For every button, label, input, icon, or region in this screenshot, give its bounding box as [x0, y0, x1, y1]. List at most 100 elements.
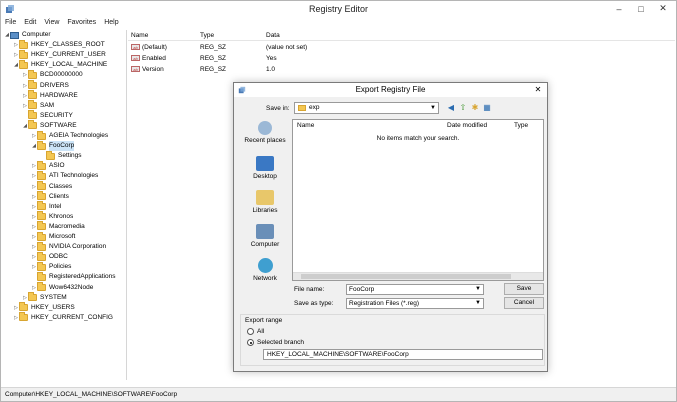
tree-item-label: Intel	[49, 202, 62, 210]
menu-view[interactable]: View	[44, 17, 59, 29]
tree-item[interactable]: ▷ Classes	[31, 181, 72, 192]
place-libraries[interactable]: Libraries	[240, 190, 290, 214]
tree-item-label: Policies	[49, 263, 72, 271]
close-icon[interactable]: ✕	[652, 2, 674, 15]
tree-item[interactable]: ▷ NVIDIA Corporation	[31, 241, 106, 252]
tree-item[interactable]: ▷ HKEY_CURRENT_CONFIG	[13, 312, 113, 323]
computer-icon	[256, 224, 274, 239]
tree-item[interactable]: ▷ AGEIA Technologies	[31, 130, 109, 141]
column-type[interactable]: Type	[200, 32, 214, 39]
tree-item[interactable]: RegisteredApplications	[31, 271, 116, 282]
up-folder-icon[interactable]: ⇧	[458, 103, 468, 113]
save-in-dropdown[interactable]: exp ▼	[294, 102, 439, 114]
place-computer[interactable]: Computer	[240, 224, 290, 248]
tree-item[interactable]: ▷ ATI Technologies	[31, 170, 98, 181]
place-desktop[interactable]: Desktop	[240, 156, 290, 180]
folder-icon	[37, 191, 46, 201]
menu-file[interactable]: File	[5, 17, 16, 29]
view-menu-icon[interactable]: ▦	[482, 103, 492, 113]
tree-item[interactable]: ▷ ODBC	[31, 251, 68, 262]
tree-item[interactable]: ◢ FooCorp	[31, 140, 75, 152]
menu-help[interactable]: Help	[104, 17, 118, 29]
menu-favorites[interactable]: Favorites	[67, 17, 96, 29]
tree-item[interactable]: ▷ HARDWARE	[22, 90, 78, 101]
save-as-type-select[interactable]: Registration Files (*.reg) ▼	[346, 298, 484, 309]
column-date-modified[interactable]: Date modified	[447, 122, 487, 129]
list-item[interactable]: ab (Default) REG_SZ (value not set)	[128, 43, 378, 53]
maximize-icon[interactable]: □	[630, 2, 652, 15]
tree-item[interactable]: Settings	[40, 150, 82, 161]
horizontal-scrollbar[interactable]	[293, 272, 543, 280]
folder-icon	[28, 120, 37, 130]
folder-icon	[28, 80, 37, 89]
close-icon[interactable]: ✕	[531, 84, 545, 95]
chevron-down-icon: ▼	[475, 286, 481, 292]
radio-button[interactable]	[247, 339, 254, 346]
tree-item[interactable]: ▷ HKEY_USERS	[13, 302, 75, 313]
tree-item[interactable]: ▷ BCD00000000	[22, 69, 83, 80]
tree-item[interactable]: ◢ Computer	[4, 30, 51, 40]
column-data[interactable]: Data	[266, 32, 280, 39]
folder-icon	[19, 39, 28, 49]
value-type: REG_SZ	[200, 66, 227, 73]
minimize-icon[interactable]: –	[608, 2, 630, 15]
title-bar: Registry Editor – □ ✕	[1, 1, 676, 17]
radio-button[interactable]	[247, 328, 254, 335]
tree-item-label: SAM	[40, 101, 55, 109]
string-value-icon: ab	[131, 55, 140, 62]
list-item[interactable]: ab Enabled REG_SZ Yes	[128, 54, 378, 64]
tree-item-label: SYSTEM	[40, 293, 67, 301]
place-network[interactable]: Network	[240, 258, 290, 282]
tree-item[interactable]: ▷ Clients	[31, 191, 69, 202]
tree-item[interactable]: ▷ HKEY_CURRENT_USER	[13, 49, 106, 60]
tree-item[interactable]: ▷ SAM	[22, 100, 55, 111]
recent-places-icon	[258, 121, 272, 135]
value-name: (Default)	[142, 44, 167, 51]
tree-item[interactable]: ◢ SOFTWARE	[22, 120, 77, 131]
string-value-icon: ab	[131, 44, 140, 51]
column-type[interactable]: Type	[514, 122, 528, 129]
folder-icon	[37, 130, 46, 140]
radio-all[interactable]: All	[247, 328, 264, 335]
export-range-group: Export range All Selected branch HKEY_LO…	[240, 314, 545, 366]
desktop-icon	[256, 156, 274, 171]
tree-item[interactable]: ▷ Macromedia	[31, 221, 85, 232]
tree-item-label: RegisteredApplications	[49, 273, 116, 281]
file-list[interactable]: Name Date modified Type No items match y…	[292, 119, 544, 281]
folder-icon	[37, 160, 46, 170]
tree-item-label: AGEIA Technologies	[49, 132, 109, 139]
folder-icon	[37, 170, 46, 180]
tree-item-label: HKEY_LOCAL_MACHINE	[31, 61, 108, 69]
tree-item[interactable]: ▷ Intel	[31, 201, 62, 212]
tree-item[interactable]: ▷ ASIO	[31, 160, 65, 171]
list-header: Name Type Data	[128, 30, 675, 41]
tree-item[interactable]: ▷ SYSTEM	[22, 292, 67, 303]
list-item[interactable]: ab Version REG_SZ 1.0	[128, 65, 378, 75]
column-name[interactable]: Name	[297, 122, 314, 129]
string-value-icon: ab	[131, 66, 140, 73]
menu-edit[interactable]: Edit	[24, 17, 36, 29]
computer-icon	[10, 31, 19, 39]
file-name-input[interactable]: FooCorp ▼	[346, 284, 484, 295]
tree-item-label: HKEY_CURRENT_USER	[31, 51, 106, 59]
window-controls: – □ ✕	[608, 2, 674, 15]
tree-item[interactable]: SECURITY	[22, 110, 73, 121]
cancel-button[interactable]: Cancel	[504, 297, 544, 309]
column-name[interactable]: Name	[131, 32, 148, 39]
tree-item[interactable]: ▷ Wow6432Node	[31, 282, 93, 293]
tree-item[interactable]: ▷ Policies	[31, 261, 72, 272]
save-button[interactable]: Save	[504, 283, 544, 295]
new-folder-icon[interactable]: ✱	[470, 103, 480, 113]
folder-icon	[37, 231, 46, 241]
tree-item[interactable]: ▷ Microsoft	[31, 231, 75, 242]
tree-item[interactable]: ◢ HKEY_LOCAL_MACHINE	[13, 59, 108, 70]
tree-item-label: HARDWARE	[40, 91, 78, 99]
selected-branch-input[interactable]: HKEY_LOCAL_MACHINE\SOFTWARE\FooCorp	[263, 349, 543, 360]
radio-selected-branch[interactable]: Selected branch	[247, 339, 304, 346]
place-recent[interactable]: Recent places	[240, 121, 290, 144]
tree-item[interactable]: ▷ HKEY_CLASSES_ROOT	[13, 39, 105, 50]
file-name-label: File name:	[294, 286, 325, 293]
tree-item[interactable]: ▷ DRIVERS	[22, 80, 69, 91]
tree-item[interactable]: ▷ Khronos	[31, 211, 73, 222]
back-icon[interactable]: ◀	[446, 103, 456, 113]
